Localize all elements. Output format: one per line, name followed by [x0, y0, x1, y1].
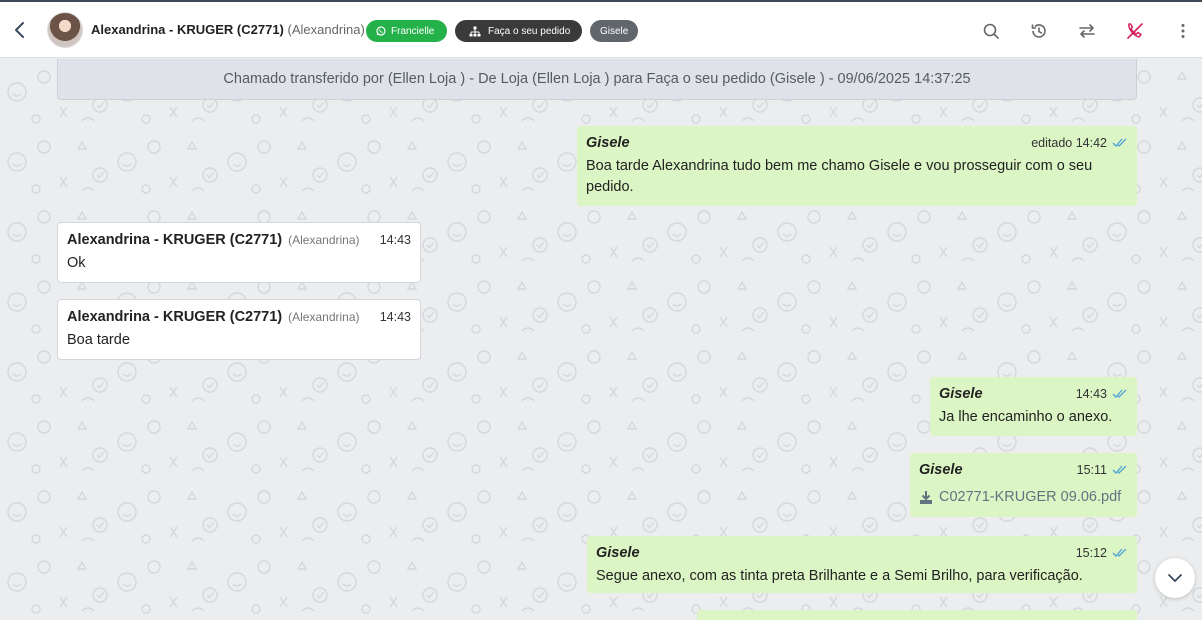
message-text: Boa tarde Alexandrina tudo bem me chamo … — [586, 158, 1093, 195]
channel-tag-label: Francielle — [391, 25, 435, 37]
transfer-notice: Chamado transferido por (Ellen Loja ) - … — [57, 59, 1137, 100]
message-bubble-incoming[interactable]: Alexandrina - KRUGER (C2771) (Alexandrina… — [57, 222, 421, 283]
history-icon[interactable] — [1029, 21, 1049, 41]
scroll-to-bottom-button[interactable] — [1155, 558, 1195, 598]
message-author: Alexandrina - KRUGER (C2771) — [67, 308, 283, 325]
read-ticks-icon — [1112, 465, 1127, 474]
agent-tag-label: Gisele — [600, 25, 629, 37]
end-call-icon[interactable] — [1125, 21, 1145, 41]
download-icon — [920, 491, 932, 504]
more-icon[interactable] — [1173, 21, 1193, 41]
message-area[interactable]: Chamado transferido por (Ellen Loja ) - … — [0, 59, 1202, 620]
message-author: Alexandrina - KRUGER (C2771) — [67, 231, 283, 248]
message-text: Ja lhe encaminho o anexo. — [939, 409, 1113, 425]
chevron-down-icon — [1168, 574, 1182, 582]
contact-alias: (Alexandrina) — [287, 22, 365, 37]
read-ticks-icon — [1112, 138, 1127, 147]
agent-tag[interactable]: Gisele — [590, 20, 638, 42]
message-text: Segue anexo, com as tinta preta Brilhant… — [596, 568, 1083, 584]
message-bubble-outgoing-file[interactable]: Gisele 15:11 C02771-KRUGER 09.06.pdf — [910, 453, 1137, 517]
message-author: Gisele — [586, 134, 630, 151]
file-name: C02771-KRUGER 09.06.pdf — [939, 489, 1122, 505]
message-author: Gisele — [596, 544, 640, 561]
message-author: Gisele — [939, 385, 983, 402]
message-time: 14:43 — [379, 232, 411, 247]
message-author-alias: (Alexandrina) — [288, 232, 360, 247]
read-ticks-icon — [1112, 389, 1127, 398]
transfer-notice-text: Chamado transferido por (Ellen Loja ) - … — [223, 71, 971, 87]
message-bubble-outgoing[interactable]: Gisele 14:43 Ja lhe encaminho o anexo. — [930, 377, 1137, 436]
search-icon[interactable] — [981, 21, 1001, 41]
back-icon[interactable] — [10, 19, 30, 41]
message-text: Ok — [67, 255, 86, 271]
whatsapp-icon — [376, 26, 386, 36]
message-author-alias: (Alexandrina) — [288, 309, 360, 324]
message-time: editado 14:42 — [1031, 135, 1107, 150]
message-time: 15:11 — [1076, 462, 1107, 477]
contact-title: Alexandrina - KRUGER (C2771) (Alexandrin… — [91, 22, 365, 37]
queue-tag[interactable]: Faça o seu pedido — [455, 20, 582, 42]
message-bubble-outgoing-partial[interactable] — [697, 610, 1137, 620]
transfer-icon[interactable] — [1077, 21, 1097, 41]
message-author: Gisele — [919, 461, 963, 478]
channel-tag[interactable]: Francielle — [366, 20, 447, 42]
message-time: 14:43 — [379, 309, 411, 324]
contact-name: Alexandrina - KRUGER (C2771) — [91, 22, 284, 37]
queue-tag-label: Faça o seu pedido — [488, 25, 571, 37]
avatar[interactable] — [47, 12, 83, 48]
chat-header: Alexandrina - KRUGER (C2771) (Alexandrin… — [0, 2, 1202, 58]
read-ticks-icon — [1112, 548, 1127, 557]
message-time: 15:12 — [1075, 545, 1107, 560]
message-bubble-outgoing[interactable]: Gisele 15:12 Segue anexo, com as tinta p… — [587, 536, 1137, 593]
sitemap-icon — [469, 26, 481, 36]
message-bubble-incoming[interactable]: Alexandrina - KRUGER (C2771) (Alexandrina… — [57, 299, 421, 360]
message-bubble-outgoing[interactable]: Gisele editado 14:42 Boa tarde Alexandri… — [577, 126, 1137, 206]
file-attachment-link[interactable]: C02771-KRUGER 09.06.pdf — [919, 487, 1128, 508]
message-text: Boa tarde — [67, 332, 130, 348]
message-time: 14:43 — [1075, 386, 1107, 401]
